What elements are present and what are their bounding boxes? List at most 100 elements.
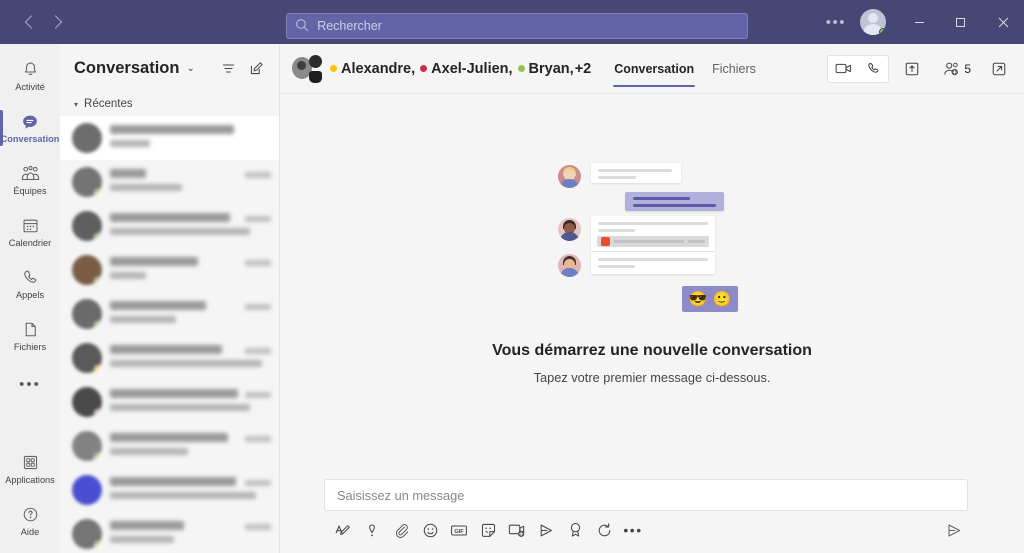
minimize-button[interactable] — [898, 0, 940, 44]
powerpoint-icon — [601, 237, 610, 246]
chat-list-item[interactable] — [60, 424, 279, 468]
sidebar-item-aide[interactable]: Aide — [0, 495, 60, 547]
reaction-cool-emoji: 😎 — [688, 290, 708, 308]
chat-item-timestamp — [245, 260, 271, 266]
chat-item-body — [110, 299, 271, 323]
chat-item-body — [110, 431, 271, 455]
meet-now-icon[interactable] — [504, 517, 530, 543]
participant-names[interactable]: Alexandre, Axel-Julien, Bryan, +2 — [330, 61, 591, 77]
chat-list-actions — [215, 55, 269, 81]
chat-list-item[interactable] — [60, 116, 279, 160]
sidebar-item-appels[interactable]: Appels — [0, 258, 60, 310]
user-avatar[interactable] — [860, 9, 886, 35]
sidebar-label: Activité — [15, 81, 45, 92]
message-input-box[interactable] — [324, 479, 968, 511]
chat-item-preview — [110, 360, 262, 367]
sidebar-item-fichiers[interactable]: Fichiers — [0, 310, 60, 362]
emoji-icon[interactable] — [417, 517, 443, 543]
chat-item-timestamp — [245, 392, 271, 398]
send-icon[interactable] — [940, 517, 968, 543]
section-label: Récentes — [84, 98, 133, 110]
presence-dot — [420, 65, 428, 72]
group-avatar — [292, 54, 322, 83]
illustration-attachment — [597, 236, 709, 247]
presence-dot — [330, 65, 337, 72]
tab-conversation[interactable]: Conversation — [605, 44, 703, 94]
attach-icon[interactable] — [388, 517, 414, 543]
sidebar-item-activite[interactable]: Activité — [0, 50, 60, 102]
presence-indicator — [94, 541, 102, 549]
chat-list-item[interactable] — [60, 248, 279, 292]
chat-item-preview — [110, 184, 182, 191]
app-body: Activité Conversation Équipes Calendrier — [0, 44, 1024, 553]
add-people-button[interactable]: 5 — [937, 54, 976, 84]
sidebar-label: Équipes — [13, 185, 47, 196]
chat-item-timestamp — [245, 480, 271, 486]
video-call-icon[interactable] — [828, 56, 858, 82]
chevron-down-icon[interactable]: ⌄ — [186, 63, 194, 74]
chat-item-timestamp — [245, 348, 271, 354]
illustration-reactions: 😎 🙂 — [682, 286, 738, 312]
chat-item-timestamp — [245, 172, 271, 178]
back-button[interactable] — [14, 8, 42, 36]
conversation-actions: 5 — [827, 54, 1014, 84]
stream-icon[interactable] — [533, 517, 559, 543]
close-button[interactable] — [982, 0, 1024, 44]
more-options-icon[interactable]: ••• — [620, 517, 646, 543]
chat-item-timestamp — [245, 216, 271, 222]
call-buttons-group — [827, 54, 890, 83]
chat-item-body — [110, 343, 271, 367]
sidebar-item-conversation[interactable]: Conversation — [0, 102, 60, 154]
empty-state-subtitle: Tapez votre premier message ci-dessous. — [533, 370, 771, 385]
tab-fichiers[interactable]: Fichiers — [703, 44, 765, 94]
popout-icon[interactable] — [984, 54, 1014, 84]
share-screen-icon[interactable] — [897, 54, 927, 84]
bell-icon — [21, 60, 40, 80]
sticker-icon[interactable] — [475, 517, 501, 543]
participants-overflow[interactable]: +2 — [575, 61, 592, 77]
chat-list-item[interactable] — [60, 204, 279, 248]
audio-call-icon[interactable] — [858, 56, 888, 82]
search-input[interactable] — [317, 19, 739, 33]
updates-icon[interactable] — [591, 517, 617, 543]
message-input[interactable] — [337, 487, 955, 503]
presence-indicator — [94, 233, 102, 241]
compose-icon[interactable] — [243, 55, 269, 81]
forward-button[interactable] — [44, 8, 72, 36]
gif-icon[interactable]: GIF — [446, 517, 472, 543]
chat-item-body — [110, 387, 271, 411]
chat-list-section-recentes[interactable]: ▾ Récentes — [60, 92, 279, 116]
sidebar-item-equipes[interactable]: Équipes — [0, 154, 60, 206]
titlebar-more-button[interactable]: ••• — [816, 14, 856, 31]
svg-text:GIF: GIF — [454, 529, 464, 535]
sidebar-item-calendrier[interactable]: Calendrier — [0, 206, 60, 258]
format-icon[interactable] — [330, 517, 356, 543]
chat-item-body — [110, 475, 271, 499]
chat-item-preview — [110, 492, 256, 499]
filter-icon[interactable] — [215, 55, 241, 81]
chat-list-item[interactable] — [60, 336, 279, 380]
sidebar-item-more[interactable]: ••• — [0, 362, 60, 406]
importance-icon[interactable] — [359, 517, 385, 543]
chat-list-item[interactable] — [60, 512, 279, 553]
chat-item-body — [110, 167, 271, 191]
praise-icon[interactable] — [562, 517, 588, 543]
illustration-bubble-1 — [591, 163, 681, 183]
app-rail-bottom: Applications Aide — [0, 443, 60, 553]
chat-list-item[interactable] — [60, 380, 279, 424]
avatar — [72, 299, 102, 329]
presence-indicator — [94, 277, 102, 285]
help-icon — [21, 505, 40, 525]
chat-list-item[interactable] — [60, 468, 279, 512]
empty-state-illustration: 😎 🙂 — [558, 158, 746, 316]
participant-0: Alexandre, — [330, 61, 415, 77]
chat-list-item[interactable] — [60, 160, 279, 204]
maximize-button[interactable] — [940, 0, 982, 44]
search-box[interactable] — [286, 13, 748, 39]
teams-app-window: ••• Activité — [0, 0, 1024, 553]
sidebar-item-applications[interactable]: Applications — [0, 443, 60, 495]
add-people-icon — [942, 61, 961, 77]
composer-toolbar: GIF ••• — [324, 517, 968, 543]
chat-list-header: Conversation ⌄ — [60, 44, 279, 92]
chat-list-item[interactable] — [60, 292, 279, 336]
